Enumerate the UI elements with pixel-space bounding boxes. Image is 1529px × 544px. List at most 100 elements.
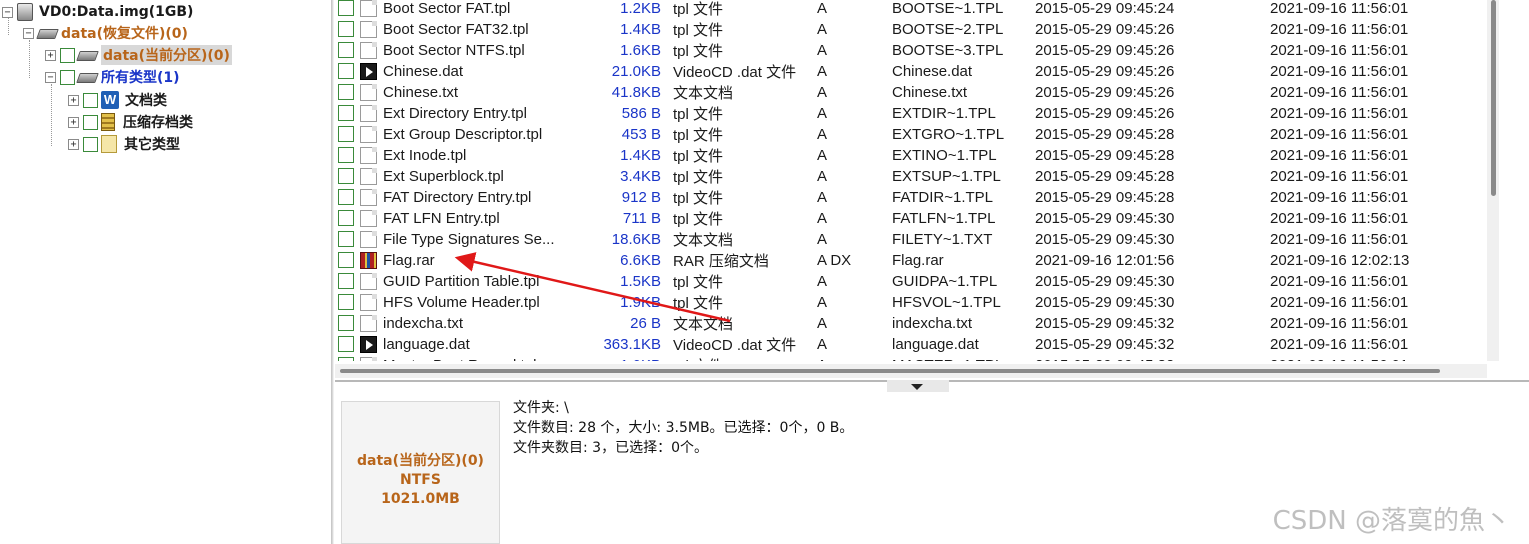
file-name: Chinese.dat [383, 63, 464, 80]
tree-node-label: 所有类型(1) [101, 70, 180, 86]
file-name: Boot Sector FAT.tpl [383, 0, 511, 17]
row-checkbox[interactable] [338, 84, 354, 100]
tree-node-all-types[interactable]: − 所有类型(1) [45, 67, 180, 87]
expand-icon[interactable]: + [68, 116, 79, 128]
tree-node-documents[interactable]: + W 文档类 [68, 90, 167, 110]
file-modified-time: 2021-09-16 11:56:01 [1270, 126, 1409, 143]
tree-node-root[interactable]: − VD0:Data.img(1GB) [2, 2, 193, 22]
watermark-text: CSDN @落寞的魚丶 [1272, 506, 1511, 536]
file-name: language.dat [383, 336, 470, 353]
text-file-icon [360, 84, 377, 101]
text-file-icon [360, 42, 377, 59]
file-modified-time: 2021-09-16 11:56:01 [1270, 0, 1409, 17]
collapse-arrow-icon[interactable] [911, 384, 923, 390]
file-row[interactable]: FAT LFN Entry.tpl 711 B tpl 文件 A FATLFN~1.TP… [335, 208, 1487, 229]
row-checkbox[interactable] [338, 336, 354, 352]
tree-checkbox[interactable] [60, 69, 75, 85]
row-checkbox[interactable] [338, 126, 354, 142]
file-row[interactable]: Ext Group Descriptor.tpl 453 B tpl 文件 A EXTG… [335, 124, 1487, 145]
file-row[interactable]: Chinese.dat 21.0KB VideoCD .dat 文件 A Chinese… [335, 61, 1487, 82]
text-file-icon [360, 126, 377, 143]
file-row[interactable]: Boot Sector NTFS.tpl 1.6KB tpl 文件 A BOOTSE~3… [335, 40, 1487, 61]
tree-node-current-partition[interactable]: + data(当前分区)(0) [45, 45, 232, 65]
row-checkbox[interactable] [338, 231, 354, 247]
expand-icon[interactable]: + [68, 94, 79, 106]
file-short-name: indexcha.txt [892, 315, 973, 332]
row-checkbox[interactable] [338, 42, 354, 58]
file-name: Master Boot Record.tpl [383, 357, 536, 361]
vertical-scroll-thumb[interactable] [1491, 0, 1496, 196]
file-row[interactable]: GUID Partition Table.tpl 1.5KB tpl 文件 A GUID… [335, 271, 1487, 292]
panel-splitter[interactable] [331, 0, 334, 544]
file-attributes: A [817, 21, 828, 38]
file-modified-time: 2021-09-16 11:56:01 [1270, 63, 1409, 80]
collapse-icon[interactable]: − [45, 71, 56, 83]
row-checkbox[interactable] [338, 147, 354, 163]
file-short-name: EXTGRO~1.TPL [892, 126, 1005, 143]
file-short-name: language.dat [892, 336, 979, 353]
tree-checkbox[interactable] [83, 136, 98, 152]
file-row[interactable]: FAT Directory Entry.tpl 912 B tpl 文件 A FATDI… [335, 187, 1487, 208]
file-row[interactable]: Chinese.txt 41.8KB 文本文档 A Chinese.txt 2015-05… [335, 82, 1487, 103]
file-modified-time: 2021-09-16 11:56:01 [1270, 210, 1409, 227]
file-name: Boot Sector NTFS.tpl [383, 42, 525, 59]
file-attributes: A [817, 147, 828, 164]
file-name: Chinese.txt [383, 84, 459, 101]
file-row[interactable]: Ext Superblock.tpl 3.4KB tpl 文件 A EXTSUP~1.T… [335, 166, 1487, 187]
file-modified-time: 2021-09-16 11:56:01 [1270, 84, 1409, 101]
row-checkbox[interactable] [338, 105, 354, 121]
row-checkbox[interactable] [338, 315, 354, 331]
file-attributes: A DX [817, 252, 852, 269]
file-modified-time: 2021-09-16 11:56:01 [1270, 294, 1409, 311]
tree-checkbox[interactable] [60, 47, 75, 63]
file-type: 文本文档 [673, 316, 734, 333]
expand-icon[interactable]: + [45, 49, 56, 61]
collapse-icon[interactable]: − [2, 6, 13, 18]
tree-checkbox[interactable] [83, 92, 98, 108]
file-name: Flag.rar [383, 252, 435, 269]
file-type: 文本文档 [673, 232, 734, 249]
file-modified-time: 2021-09-16 11:56:01 [1270, 273, 1409, 290]
row-checkbox[interactable] [338, 252, 354, 268]
row-checkbox[interactable] [338, 210, 354, 226]
file-short-name: Chinese.dat [892, 63, 973, 80]
row-checkbox[interactable] [338, 294, 354, 310]
file-modified-time: 2021-09-16 11:56:01 [1270, 105, 1409, 122]
file-row[interactable]: Master Boot Record.tpl 1.0KB tpl 文件 A MASTER… [335, 355, 1487, 361]
tree-node-other[interactable]: + 其它类型 [68, 134, 180, 154]
expand-icon[interactable]: + [68, 138, 79, 150]
file-attributes: A [817, 168, 828, 185]
file-row[interactable]: Ext Inode.tpl 1.4KB tpl 文件 A EXTINO~1.TPL 201… [335, 145, 1487, 166]
collapse-icon[interactable]: − [23, 27, 34, 39]
row-checkbox[interactable] [338, 63, 354, 79]
file-attributes: A [817, 126, 828, 143]
file-size: 26 B [630, 315, 661, 332]
horizontal-scroll-thumb[interactable] [340, 369, 1440, 373]
file-size: 711 B [622, 210, 661, 227]
file-row[interactable]: File Type Signatures Se... 18.6KB 文本文档 A FIL… [335, 229, 1487, 250]
tree-node-archives[interactable]: + 压缩存档类 [68, 112, 193, 132]
file-modified-time: 2021-09-16 11:56:01 [1270, 42, 1409, 59]
tree-node-recovered[interactable]: − data(恢复文件)(0) [23, 23, 188, 43]
file-row[interactable]: Boot Sector FAT32.tpl 1.4KB tpl 文件 A BOOTSE~… [335, 19, 1487, 40]
file-short-name: FATLFN~1.TPL [892, 210, 996, 227]
other-file-icon [101, 135, 117, 153]
file-row[interactable]: language.dat 363.1KB VideoCD .dat 文件 Alangu… [335, 334, 1487, 355]
row-checkbox[interactable] [338, 357, 354, 361]
file-type: VideoCD .dat 文件 [673, 337, 797, 354]
file-row[interactable]: Flag.rar 6.6KB RAR 压缩文档 A DX Flag.rar 2021-09… [335, 250, 1487, 271]
rar-archive-icon [360, 252, 377, 269]
file-row[interactable]: indexcha.txt 26 B 文本文档 Aindexcha.txt 2015-05… [335, 313, 1487, 334]
row-checkbox[interactable] [338, 273, 354, 289]
row-checkbox[interactable] [338, 168, 354, 184]
row-checkbox[interactable] [338, 189, 354, 205]
file-row[interactable]: Ext Directory Entry.tpl 586 B tpl 文件 A EXTDI… [335, 103, 1487, 124]
file-row[interactable]: Boot Sector FAT.tpl 1.2KB tpl 文件 A BOOTSE~1.… [335, 0, 1487, 19]
file-size: 18.6KB [611, 231, 661, 248]
file-row[interactable]: HFS Volume Header.tpl 1.9KB tpl 文件 A HFSVOL~… [335, 292, 1487, 313]
video-file-icon [360, 336, 377, 353]
row-checkbox[interactable] [338, 0, 354, 16]
row-checkbox[interactable] [338, 21, 354, 37]
file-size: 363.1KB [603, 336, 661, 353]
tree-checkbox[interactable] [83, 114, 98, 130]
